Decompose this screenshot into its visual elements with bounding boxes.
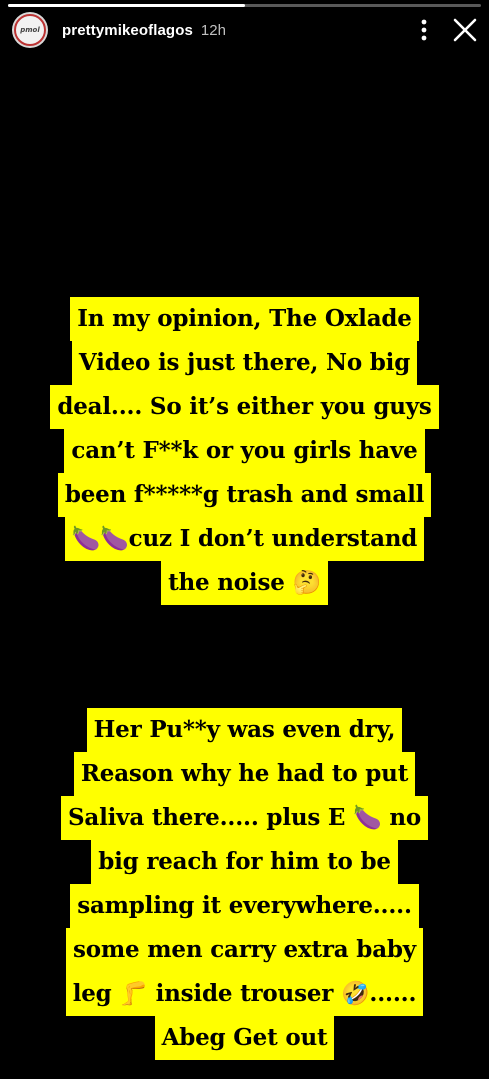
caption-line: Video is just there, No big xyxy=(71,341,418,385)
caption-line: Her Pu**y was even dry, xyxy=(86,708,403,752)
caption-line: can’t F**k or you girls have xyxy=(64,429,425,473)
caption-line: Reason why he had to put xyxy=(73,752,416,796)
close-icon[interactable] xyxy=(451,16,479,44)
caption-line: Abeg Get out xyxy=(154,1016,335,1060)
caption-line: big reach for him to be xyxy=(91,840,398,884)
post-time: 12h xyxy=(200,21,226,39)
avatar[interactable]: pmol xyxy=(12,12,48,48)
caption-line: sampling it everywhere..... xyxy=(70,884,419,928)
story-header: pmol prettymikeoflagos 12h xyxy=(12,10,479,50)
caption-line: some men carry extra baby xyxy=(66,928,423,972)
caption-line: deal.... So it’s either you guys xyxy=(50,385,439,429)
caption-line: Saliva there..... plus E 🍆 no xyxy=(61,796,428,840)
caption-block-1: In my opinion, The Oxlade Video is just … xyxy=(0,297,489,605)
story-progress-fill xyxy=(8,4,245,7)
caption-line: leg 🦵 inside trouser 🤣...... xyxy=(65,972,424,1016)
caption-line: the noise 🤔 xyxy=(161,561,328,605)
more-options-icon[interactable] xyxy=(413,19,435,41)
caption-block-2: Her Pu**y was even dry, Reason why he ha… xyxy=(0,708,489,1060)
caption-line: been f*****g trash and small xyxy=(57,473,432,517)
caption-line: In my opinion, The Oxlade xyxy=(70,297,419,341)
username[interactable]: prettymikeoflagos xyxy=(62,22,193,39)
avatar-logo: pmol xyxy=(14,14,46,46)
story-progress-bar xyxy=(8,4,481,7)
story-viewer[interactable]: pmol prettymikeoflagos 12h In my opinion… xyxy=(0,0,489,1079)
caption-line: 🍆🍆cuz I don’t understand xyxy=(64,517,425,561)
